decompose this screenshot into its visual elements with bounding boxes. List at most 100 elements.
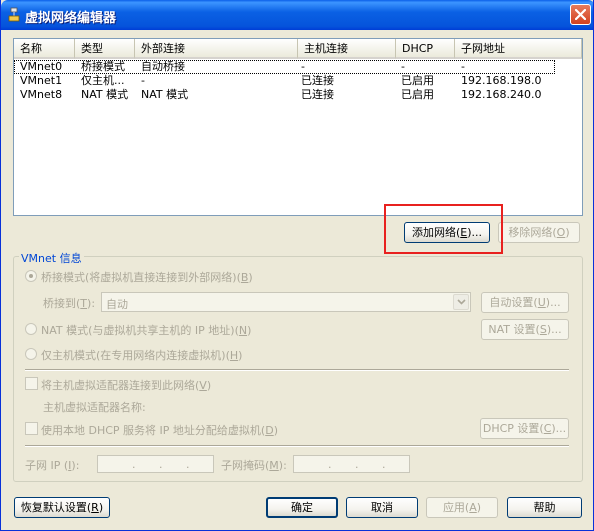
dropdown-button[interactable] [453, 294, 469, 310]
cell-name: VMnet0 [20, 60, 63, 73]
host-only-accesskey: H [229, 349, 239, 362]
table-row[interactable]: VMnet8 NAT 模式 NAT 模式 已连接 已启用 192.168.240… [14, 88, 582, 102]
bridged-mode-radio[interactable] [25, 270, 37, 282]
restore-defaults-accesskey: R [91, 501, 99, 514]
title-bar[interactable]: 虚拟网络编辑器 [1, 0, 593, 30]
column-header-dhcp[interactable]: DHCP [396, 39, 455, 59]
separator [25, 445, 569, 447]
subnet-ip-input[interactable]: . . . [97, 455, 214, 473]
bridged-to-text: 桥接到( [43, 297, 81, 310]
nat-settings-button[interactable]: NAT 设置(S)... [481, 319, 569, 340]
help-button[interactable]: 帮助 [507, 497, 582, 518]
restore-defaults-label: 恢复默认设置( [20, 501, 92, 514]
nat-settings-label: NAT 设置( [488, 323, 540, 336]
host-only-label: 仅主机模式(在专用网络内连接虚拟机)(H) [41, 347, 242, 363]
column-header-external[interactable]: 外部连接 [135, 39, 298, 59]
nat-mode-label: NAT 模式(与虚拟机共享主机的 IP 地址)(N) [41, 322, 251, 338]
auto-settings-accesskey: U [537, 296, 546, 309]
subnet-mask-text: 子网掩码( [221, 459, 270, 472]
cell-host: 已连接 [301, 74, 334, 87]
cell-external: 自动桥接 [141, 60, 185, 73]
bridged-to-text-end: ): [87, 297, 96, 310]
network-app-icon [7, 7, 21, 23]
mask-dot-1: . [328, 458, 332, 471]
host-only-text: 仅主机模式(在专用网络内连接虚拟机)( [41, 349, 230, 362]
cell-type: NAT 模式 [81, 88, 129, 101]
auto-settings-label-end: )... [545, 296, 561, 309]
subnet-mask-input[interactable]: . . . [293, 455, 410, 473]
close-button[interactable] [570, 4, 591, 25]
use-dhcp-label: 使用本地 DHCP 服务将 IP 地址分配给虚拟机(D) [41, 422, 278, 438]
nat-settings-accesskey: S [539, 323, 547, 336]
bridged-mode-text: 桥接模式(将虚拟机直接连接到外部网络)( [41, 271, 241, 284]
cell-dhcp: 已启用 [401, 88, 434, 101]
dhcp-settings-label: DHCP 设置( [482, 422, 544, 435]
host-only-radio[interactable] [25, 348, 37, 360]
column-header-type[interactable]: 类型 [75, 39, 135, 59]
cell-dhcp: 已启用 [401, 74, 434, 87]
cell-type: 桥接模式 [81, 60, 125, 73]
restore-defaults-button[interactable]: 恢复默认设置(R) [14, 497, 110, 518]
connect-adapter-checkbox[interactable] [25, 377, 38, 390]
bridged-to-label: 桥接到(T): [43, 295, 95, 311]
apply-button[interactable]: 应用(A) [426, 497, 498, 518]
cell-external: - [141, 74, 145, 87]
network-list[interactable]: 名称 类型 外部连接 主机连接 DHCP 子网地址 VMnet0 桥接模式 自动… [13, 38, 583, 216]
apply-accesskey: A [469, 501, 477, 514]
nat-mode-text: NAT 模式(与虚拟机共享主机的 IP 地址)( [41, 324, 239, 337]
ok-button[interactable]: 确定 [266, 497, 338, 518]
connect-adapter-accesskey: V [199, 379, 207, 392]
cell-name: VMnet1 [20, 74, 63, 87]
table-row[interactable]: VMnet0 桥接模式 自动桥接 - - - [14, 60, 555, 74]
remove-network-label-end: ) [565, 226, 570, 239]
adapter-name-label: 主机虚拟适配器名称: [43, 401, 146, 414]
bridged-to-select[interactable]: 自动 [101, 292, 471, 312]
chevron-down-icon [457, 299, 466, 305]
cell-subnet: 192.168.240.0 [461, 88, 542, 101]
nat-settings-label-end: )... [546, 323, 562, 336]
bridged-mode-label: 桥接模式(将虚拟机直接连接到外部网络)(B) [41, 269, 253, 285]
vmnet-info-title: VMnet 信息 [19, 250, 84, 266]
auto-settings-button[interactable]: 自动设置(U)... [481, 292, 569, 313]
connect-adapter-label: 将主机虚拟适配器连接到此网络(V) [41, 377, 211, 393]
ip-dot-3: . [186, 458, 190, 471]
nat-mode-radio[interactable] [25, 323, 37, 335]
virtual-network-editor-window: 虚拟网络编辑器 名称 类型 外部连接 主机连接 DHCP 子网地址 VMnet0… [0, 0, 594, 531]
column-header-subnet[interactable]: 子网地址 [455, 39, 582, 59]
cancel-button[interactable]: 取消 [346, 497, 418, 518]
dhcp-settings-label-end: )... [551, 422, 567, 435]
close-icon [575, 9, 586, 20]
cell-name: VMnet8 [20, 88, 63, 101]
subnet-mask-text-end: ): [278, 459, 287, 472]
cell-host: 已连接 [301, 88, 334, 101]
use-dhcp-text-end: ) [273, 424, 278, 437]
dhcp-settings-button[interactable]: DHCP 设置(C)... [480, 418, 569, 439]
bridged-mode-text-end: ) [248, 271, 253, 284]
auto-settings-label: 自动设置( [489, 296, 538, 309]
connect-adapter-text: 将主机虚拟适配器连接到此网络( [41, 379, 200, 392]
cell-dhcp: - [401, 60, 405, 73]
column-header-name[interactable]: 名称 [14, 39, 75, 59]
cell-external: NAT 模式 [141, 88, 189, 101]
host-only-text-end: ) [238, 349, 243, 362]
subnet-mask-label: 子网掩码(M): [221, 457, 287, 473]
column-header-host[interactable]: 主机连接 [298, 39, 396, 59]
mask-dot-3: . [382, 458, 386, 471]
network-list-header: 名称 类型 外部连接 主机连接 DHCP 子网地址 [14, 39, 582, 59]
mask-dot-2: . [355, 458, 359, 471]
subnet-ip-label: 子网 IP (I): [25, 457, 79, 473]
use-dhcp-accesskey: D [265, 424, 274, 437]
ip-dot-2: . [159, 458, 163, 471]
cell-type: 仅主机... [81, 74, 125, 87]
remove-network-button[interactable]: 移除网络(O) [498, 222, 580, 243]
use-dhcp-checkbox[interactable] [25, 422, 38, 435]
subnet-ip-text-end: ): [71, 459, 80, 472]
window-title: 虚拟网络编辑器 [25, 11, 117, 26]
ip-dot-1: . [132, 458, 136, 471]
subnet-ip-text: 子网 IP ( [25, 459, 69, 472]
cell-host: - [301, 60, 305, 73]
bridged-to-value: 自动 [106, 298, 128, 311]
apply-label-end: ) [476, 501, 482, 514]
use-dhcp-text: 使用本地 DHCP 服务将 IP 地址分配给虚拟机( [41, 424, 266, 437]
table-row[interactable]: VMnet1 仅主机... - 已连接 已启用 192.168.198.0 [14, 74, 582, 88]
